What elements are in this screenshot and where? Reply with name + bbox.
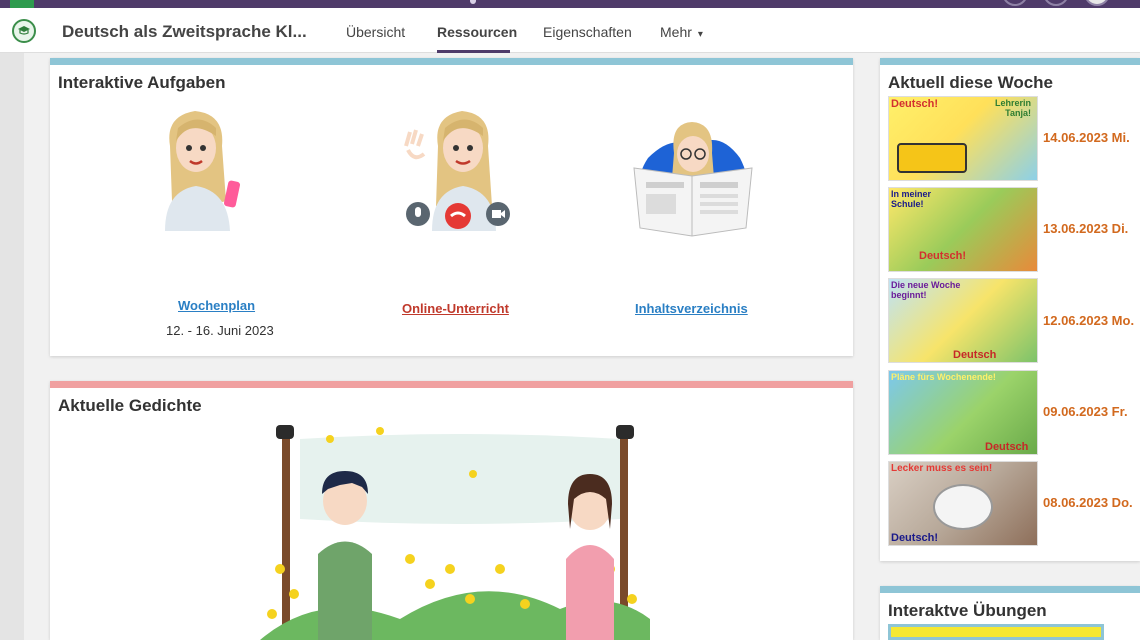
thumbnail-subcaption: Deutsch [953,349,997,361]
top-app-bar [0,0,1140,8]
tab-overview[interactable]: Übersicht [346,24,405,40]
left-drawer-edge [0,53,24,640]
online-lesson-link[interactable]: Online-Unterricht [402,301,509,316]
course-title[interactable]: Deutsch als Zweitsprache Kl... [62,22,307,42]
interactive-tasks-card: Interaktive Aufgaben Wochenplan 12. - 16… [50,58,853,356]
card-title: Aktuelle Gedichte [58,396,202,415]
school-bus-image [897,143,967,173]
teacher-video-call-illustration[interactable] [400,106,520,236]
thumbnail-caption: Die neue Woche beginnt! [891,280,961,300]
week-date[interactable]: 12.06.2023 Mo. [1043,313,1134,328]
card-accent-bar [880,58,1140,65]
thumbnail-subcaption: Deutsch! [919,250,967,262]
dessert-plate-image [933,484,993,530]
tab-more-label: Mehr [660,24,692,40]
graduation-cap-icon[interactable] [12,19,36,43]
app-logo[interactable] [10,0,34,8]
notification-dot [470,0,476,4]
card-title: Interaktve Übungen [888,601,1047,620]
thumbnail-subcaption: Lehrerin Tanja! [994,98,1031,118]
weekly-plan-date: 12. - 16. Juni 2023 [166,323,274,338]
week-thumbnail[interactable]: In meiner Schule! Deutsch! [888,187,1038,272]
card-title: Interaktive Aufgaben [58,73,226,92]
tab-resources[interactable]: Ressourcen [437,24,517,40]
thumbnail-caption: Deutsch! [891,98,939,110]
week-thumbnail[interactable]: Lecker muss es sein! Deutsch! [888,461,1038,546]
week-date[interactable]: 14.06.2023 Mi. [1043,130,1130,145]
thumbnail-subcaption: Deutsch [985,441,1029,453]
week-thumbnail[interactable]: Deutsch! Lehrerin Tanja! [888,96,1038,181]
card-accent-bar [50,58,853,65]
thumbnail-caption: Lecker muss es sein! [891,463,993,474]
thumbnail-caption: In meiner Schule! [891,189,932,209]
card-title: Aktuell diese Woche [888,73,1054,92]
help-icon[interactable] [1002,0,1028,6]
week-date[interactable]: 13.06.2023 Di. [1043,221,1128,236]
chevron-down-icon: ▾ [697,29,703,40]
card-accent-bar [880,586,1140,593]
thumbnail-caption: Pläne fürs Wochenende! [891,372,996,382]
week-date[interactable]: 09.06.2023 Fr. [1043,404,1128,419]
this-week-card: Aktuell diese Woche Deutsch! Lehrerin Ta… [880,58,1140,561]
teacher-newspaper-illustration[interactable] [628,118,758,238]
weekly-plan-link[interactable]: Wochenplan [178,298,255,313]
children-spring-illustration[interactable] [260,419,650,640]
teacher-phone-illustration[interactable] [150,106,250,236]
exercise-thumbnail[interactable] [888,624,1104,640]
table-of-contents-link[interactable]: Inhaltsverzeichnis [635,301,748,316]
poems-card: Aktuelle Gedichte [50,381,853,640]
exercises-card: Interaktve Übungen [880,586,1140,640]
active-tab-indicator [437,50,510,53]
tab-more[interactable]: Mehr ▾ [660,24,703,40]
week-date[interactable]: 08.06.2023 Do. [1043,495,1133,510]
course-header: Deutsch als Zweitsprache Kl... Übersicht… [0,8,1140,53]
thumbnail-subcaption: Deutsch! [891,532,939,544]
week-thumbnail[interactable]: Pläne fürs Wochenende! Deutsch [888,370,1038,455]
notifications-icon[interactable] [1043,0,1069,6]
week-thumbnail[interactable]: Die neue Woche beginnt! Deutsch [888,278,1038,363]
tab-properties[interactable]: Eigenschaften [543,24,632,40]
card-accent-bar [50,381,853,388]
user-avatar[interactable] [1084,0,1110,6]
